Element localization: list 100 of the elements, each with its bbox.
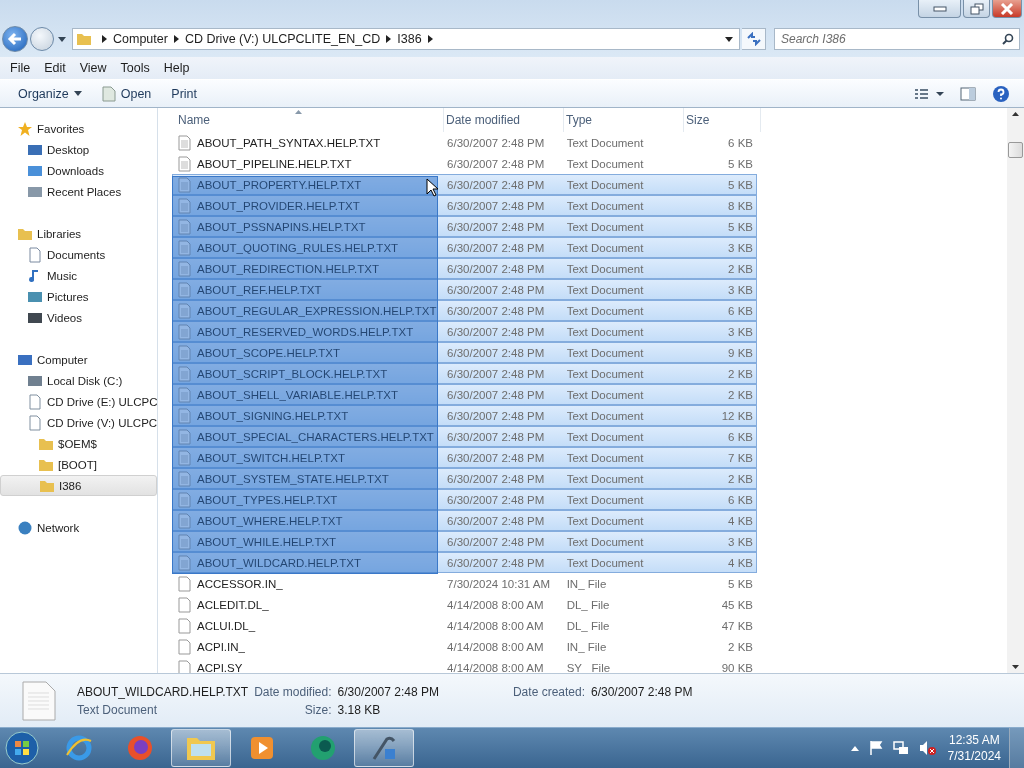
caret-icon — [73, 91, 82, 96]
speaker-muted-icon[interactable] — [918, 740, 937, 756]
type-cell-text: Text Document — [565, 388, 645, 401]
caret-icon[interactable] — [850, 745, 859, 751]
file-row[interactable]: ABOUT_PROVIDER.HELP.TXT 6/30/2007 2:48 PM Text Document 8 KB — [172, 195, 757, 216]
document-icon — [178, 449, 191, 466]
scroll-up-icon[interactable] — [1012, 112, 1019, 116]
address-bar[interactable]: Computer CD Drive (V:) ULCPCLITE_EN_CD I386 — [72, 28, 740, 50]
nav-item[interactable]: Recent Places — [0, 181, 157, 202]
field-label: Date modified: — [254, 684, 332, 699]
date-cell-text: 6/30/2007 2:48 PM — [446, 409, 546, 422]
file-row[interactable]: ABOUT_SCOPE.HELP.TXT 6/30/2007 2:48 PM Text Document 9 KB — [172, 342, 757, 363]
column-header[interactable]: Size — [684, 108, 761, 132]
nav-item[interactable]: Downloads — [0, 160, 157, 181]
menu-item[interactable]: View — [72, 61, 114, 75]
chevron-icon[interactable] — [102, 35, 107, 43]
file-row[interactable]: ABOUT_RESERVED_WORDS.HELP.TXT 6/30/2007 2:48 PM Text Document 3 KB — [172, 321, 757, 342]
breadcrumb[interactable]: I386 — [397, 32, 422, 46]
file-row[interactable]: ACPI.SY 4/14/2008 8:00 AM SY_ File 90 KB — [172, 657, 757, 673]
file-row[interactable]: ABOUT_SWITCH.HELP.TXT 6/30/2007 2:48 PM Text Document 7 KB — [172, 447, 757, 468]
file-row[interactable]: ACCESSOR.IN_ 7/30/2024 10:31 AM IN_ File 5 KB — [172, 573, 757, 594]
nav-item[interactable]: Pictures — [0, 286, 157, 307]
restore-button[interactable] — [963, 0, 990, 18]
file-row[interactable]: ABOUT_REDIRECTION.HELP.TXT 6/30/2007 2:48 PM Text Document 2 KB — [172, 258, 757, 279]
toolbar-button[interactable]: Print — [161, 86, 208, 101]
type-cell-text: Text Document — [565, 178, 645, 191]
column-header[interactable]: Date modified — [444, 108, 564, 132]
file-row[interactable]: ABOUT_SCRIPT_BLOCK.HELP.TXT 6/30/2007 2:48 PM Text Document 2 KB — [172, 363, 757, 384]
document-icon — [178, 407, 191, 424]
file-row[interactable]: ABOUT_SIGNING.HELP.TXT 6/30/2007 2:48 PM Text Document 12 KB — [172, 405, 757, 426]
scrollbar[interactable] — [1007, 108, 1024, 673]
menu-item[interactable]: Help — [156, 61, 197, 75]
column-header[interactable]: Type — [564, 108, 684, 132]
toolbar-button[interactable]: Open — [91, 85, 162, 102]
file-row[interactable]: ABOUT_SHELL_VARIABLE.HELP.TXT 6/30/2007 2:48 PM Text Document 2 KB — [172, 384, 757, 405]
network-icon[interactable] — [892, 740, 909, 756]
file-row[interactable]: ABOUT_WHERE.HELP.TXT 6/30/2007 2:48 PM Text Document 4 KB — [172, 510, 757, 531]
scroll-down-icon[interactable] — [1012, 665, 1019, 669]
file-row[interactable]: ABOUT_PROPERTY.HELP.TXT 6/30/2007 2:48 PM Text Document 5 KB — [172, 174, 757, 195]
chevron-icon[interactable] — [386, 35, 392, 43]
toolbar-button[interactable]: Organize — [8, 86, 92, 101]
refresh-button[interactable] — [742, 28, 766, 50]
nav-item[interactable]: I386 — [0, 475, 157, 496]
nav-item[interactable]: Computer — [0, 349, 157, 370]
file-row[interactable]: ACLEDIT.DL_ 4/14/2008 8:00 AM DL_ File 45 KB — [172, 594, 757, 615]
nav-item[interactable]: Music — [0, 265, 157, 286]
search-icon[interactable] — [1002, 33, 1014, 45]
type-cell-text: Text Document — [565, 283, 645, 296]
nav-item[interactable]: Desktop — [0, 139, 157, 160]
chevron-icon[interactable] — [427, 35, 433, 43]
nav-item[interactable]: [BOOT] — [0, 454, 157, 475]
type-cell-text: IN_ File — [565, 640, 608, 653]
file-row[interactable]: ABOUT_QUOTING_RULES.HELP.TXT 6/30/2007 2:48 PM Text Document 3 KB — [172, 237, 757, 258]
file-name: ABOUT_RESERVED_WORDS.HELP.TXT — [197, 325, 414, 338]
breadcrumb[interactable]: Computer — [113, 32, 168, 46]
nav-item[interactable]: Videos — [0, 307, 157, 328]
nav-item[interactable]: Local Disk (C:) — [0, 370, 157, 391]
nav-item[interactable]: $OEM$ — [0, 433, 157, 454]
nav-item[interactable]: Libraries — [0, 223, 157, 244]
close-button[interactable] — [992, 0, 1022, 18]
folder-icon[interactable] — [171, 729, 231, 767]
file-row[interactable]: ABOUT_SYSTEM_STATE.HELP.TXT 6/30/2007 2:48 PM Text Document 2 KB — [172, 468, 757, 489]
chevron-icon[interactable] — [173, 35, 179, 43]
date-cell-text: 6/30/2007 2:48 PM — [446, 472, 546, 485]
file-row[interactable]: ABOUT_PIPELINE.HELP.TXT 6/30/2007 2:48 PM Text Document 5 KB — [172, 153, 757, 174]
file-row[interactable]: ABOUT_WHILE.HELP.TXT 6/30/2007 2:48 PM Text Document 3 KB — [172, 531, 757, 552]
size-cell-text: 2 KB — [727, 262, 754, 275]
nav-item[interactable]: Documents — [0, 244, 157, 265]
file-row[interactable]: ABOUT_SPECIAL_CHARACTERS.HELP.TXT 6/30/2007 2:48 PM Text Document 6 KB — [172, 426, 757, 447]
tool-icon[interactable] — [354, 729, 414, 767]
file-name: ABOUT_SHELL_VARIABLE.HELP.TXT — [197, 388, 398, 401]
date-cell-text: 4/14/2008 8:00 AM — [446, 661, 545, 673]
flag-icon[interactable] — [868, 740, 883, 756]
file-row[interactable]: ABOUT_REGULAR_EXPRESSION.HELP.TXT 6/30/2007 2:48 PM Text Document 6 KB — [172, 300, 757, 321]
menu-item[interactable]: Tools — [113, 61, 157, 75]
nav-item[interactable]: Network — [0, 517, 157, 538]
type-cell-text: Text Document — [565, 346, 645, 359]
minimize-button[interactable] — [918, 0, 961, 18]
menu-item[interactable]: Edit — [37, 61, 73, 75]
date-cell-text: 4/14/2008 8:00 AM — [446, 619, 545, 632]
restore-icon — [969, 2, 984, 15]
file-row[interactable]: ACPI.IN_ 4/14/2008 8:00 AM IN_ File 2 KB — [172, 636, 757, 657]
clock[interactable]: 12:35 AM 7/31/2024 — [947, 732, 1001, 764]
search-field[interactable]: Search I386 — [774, 28, 1020, 50]
caret-icon[interactable] — [58, 36, 66, 42]
nav-item[interactable]: CD Drive (V:) ULCPC — [0, 412, 157, 433]
file-row[interactable]: ABOUT_TYPES.HELP.TXT 6/30/2007 2:48 PM Text Document 6 KB — [172, 489, 757, 510]
size-cell-text: 90 KB — [720, 661, 754, 673]
file-row[interactable]: ABOUT_REF.HELP.TXT 6/30/2007 2:48 PM Text Document 3 KB — [172, 279, 757, 300]
back-button[interactable] — [2, 26, 28, 52]
scroll-thumb[interactable] — [1008, 142, 1023, 158]
dropdown-icon[interactable] — [725, 36, 733, 42]
nav-item[interactable]: CD Drive (E:) ULCPC — [0, 391, 157, 412]
nav-item[interactable]: Favorites — [0, 118, 157, 139]
file-row[interactable]: ABOUT_PSSNAPINS.HELP.TXT 6/30/2007 2:48 PM Text Document 5 KB — [172, 216, 757, 237]
file-row[interactable]: ABOUT_WILDCARD.HELP.TXT 6/30/2007 2:48 PM Text Document 4 KB — [172, 552, 757, 573]
breadcrumb[interactable]: CD Drive (V:) ULCPCLITE_EN_CD — [184, 32, 381, 46]
menu-item[interactable]: File — [3, 61, 38, 75]
file-row[interactable]: ACLUI.DL_ 4/14/2008 8:00 AM DL_ File 47 KB — [172, 615, 757, 636]
file-row[interactable]: ABOUT_PATH_SYNTAX.HELP.TXT 6/30/2007 2:48 PM Text Document 6 KB — [172, 132, 757, 153]
